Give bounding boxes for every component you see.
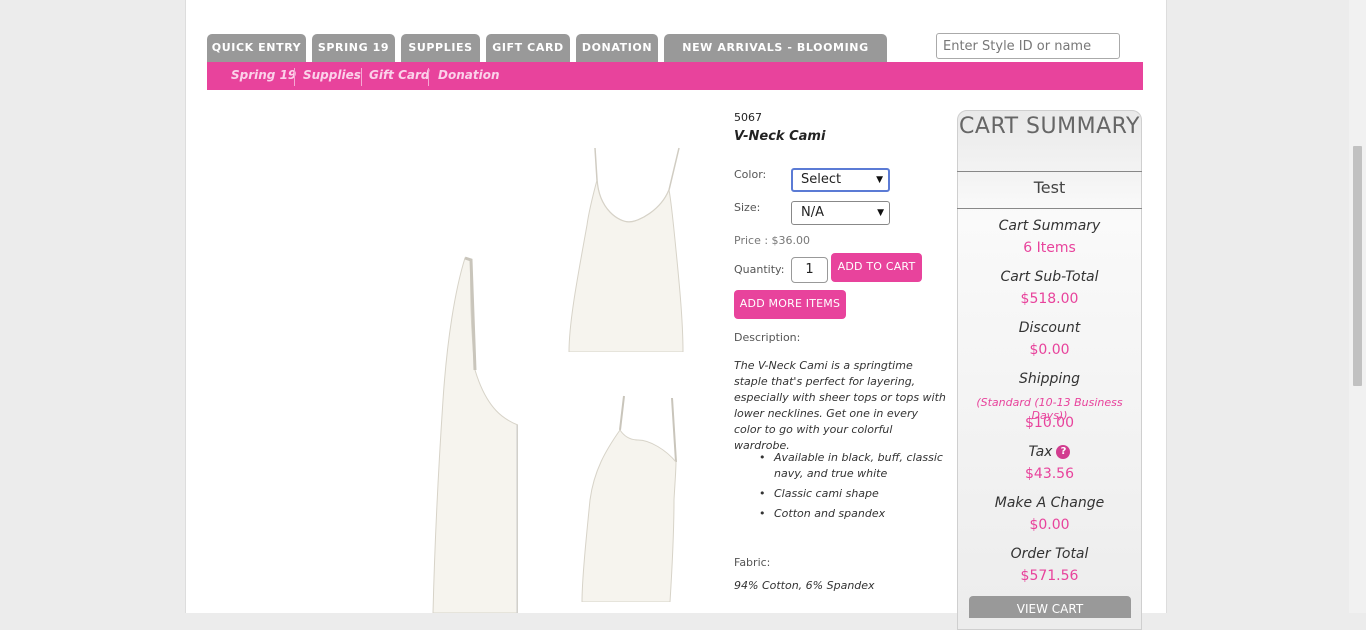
scrollbar[interactable] — [1349, 0, 1366, 613]
style-search-input[interactable] — [936, 33, 1120, 59]
cart-items-count: 6 Items — [1023, 240, 1076, 256]
view-cart-button[interactable]: VIEW CART — [969, 596, 1131, 618]
subnav-divider — [361, 68, 362, 86]
product-name: V-Neck Cami — [734, 129, 826, 144]
tab-quick-entry[interactable]: QUICK ENTRY — [207, 34, 306, 62]
cart-items-label: Cart Summary — [998, 218, 1101, 234]
divider — [957, 171, 1142, 172]
add-more-items-button[interactable]: ADD MORE ITEMS — [734, 290, 846, 319]
tax-row: Tax? — [957, 444, 1142, 460]
subnav-donation[interactable]: Donation — [438, 62, 499, 90]
color-label: Color: — [734, 168, 767, 181]
subnav-divider — [428, 68, 429, 86]
color-select-value: Select — [801, 172, 842, 187]
subnav-gift-card[interactable]: Gift Card — [369, 62, 430, 90]
tab-donation[interactable]: DONATION — [576, 34, 658, 62]
subnav-divider — [294, 68, 295, 86]
discount-value: $0.00 — [1029, 342, 1070, 358]
dropdown-arrow-icon: ▼ — [876, 175, 883, 185]
help-icon[interactable]: ? — [1056, 445, 1071, 459]
description-label: Description: — [734, 331, 801, 344]
make-a-change-value: $0.00 — [1029, 517, 1070, 533]
quantity-label: Quantity: — [734, 263, 785, 276]
size-select-value: N/A — [801, 205, 824, 220]
divider — [957, 208, 1142, 209]
add-to-cart-button[interactable]: ADD TO CART — [831, 253, 922, 282]
product-image-front[interactable] — [567, 140, 685, 352]
subnav-supplies[interactable]: Supplies — [303, 62, 361, 90]
feature-bullet: Classic cami shape — [759, 486, 946, 502]
product-description: The V-Neck Cami is a springtime staple t… — [734, 359, 946, 452]
product-image-main[interactable] — [425, 250, 518, 613]
feature-bullet: Cotton and spandex — [759, 506, 946, 522]
shipping-value: $10.00 — [1025, 415, 1074, 431]
cart-user-name: Test — [1033, 178, 1066, 197]
discount-label: Discount — [1018, 320, 1081, 336]
make-a-change-label: Make A Change — [994, 495, 1105, 511]
tab-gift-card[interactable]: GIFT CARD — [486, 34, 570, 62]
tax-value: $43.56 — [1025, 466, 1074, 482]
subnav-spring-19[interactable]: Spring 19 — [231, 62, 296, 90]
order-total-value: $571.56 — [1020, 568, 1079, 584]
fabric-label: Fabric: — [734, 556, 771, 569]
scrollbar-thumb[interactable] — [1353, 146, 1362, 386]
dropdown-arrow-icon: ▼ — [877, 208, 884, 218]
product-sku: 5067 — [734, 111, 762, 124]
tab-supplies[interactable]: SUPPLIES — [401, 34, 480, 62]
fabric-value: 94% Cotton, 6% Spandex — [734, 579, 875, 592]
feature-bullet: Available in black, buff, classic navy, … — [759, 450, 946, 482]
cart-summary-title: CART SUMMARY — [959, 114, 1140, 139]
sub-navigation: Spring 19 Supplies Gift Card Donation — [207, 62, 1143, 90]
tab-new-arrivals[interactable]: NEW ARRIVALS - BLOOMING BLUSH — [664, 34, 887, 82]
quantity-input[interactable]: 1 — [791, 257, 828, 283]
size-select[interactable]: N/A ▼ — [791, 201, 890, 225]
size-label: Size: — [734, 201, 761, 214]
tab-spring-19[interactable]: SPRING 19 — [312, 34, 395, 62]
subtotal-value: $518.00 — [1020, 291, 1079, 307]
tax-label: Tax — [1028, 444, 1053, 460]
subtotal-label: Cart Sub-Total — [1000, 269, 1099, 285]
product-price: Price : $36.00 — [734, 234, 811, 247]
color-select[interactable]: Select ▼ — [791, 168, 890, 192]
product-image-side[interactable] — [576, 390, 684, 602]
shipping-label: Shipping — [1018, 371, 1081, 387]
order-total-label: Order Total — [1010, 546, 1089, 562]
